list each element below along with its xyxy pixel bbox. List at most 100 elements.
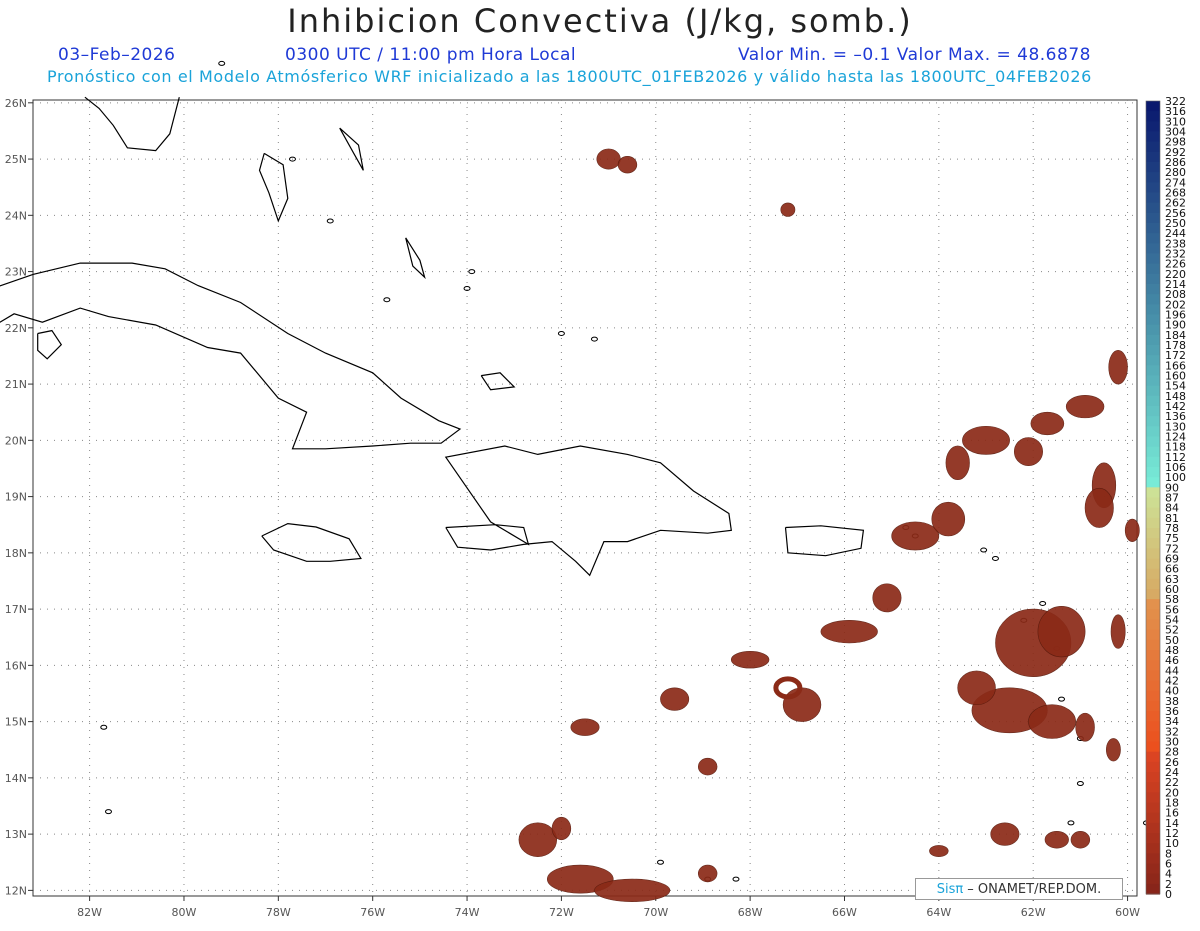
lon-tick-label: 62W <box>1021 906 1046 919</box>
colorbar-segment <box>1146 233 1160 244</box>
credit-brand: Sisπ <box>936 881 964 897</box>
lat-tick-label: 13N <box>5 828 27 841</box>
colorbar-segment <box>1146 263 1160 275</box>
lon-tick-label: 74W <box>455 906 480 919</box>
colorbar-segment <box>1146 436 1160 448</box>
colorbar-segment <box>1146 172 1160 183</box>
colorbar-segment <box>1146 711 1160 722</box>
lon-tick-label: 64W <box>926 906 951 919</box>
colorbar-segment <box>1146 223 1160 234</box>
lat-tick-label: 17N <box>5 603 27 616</box>
cin-shaded-area <box>730 651 770 669</box>
colorbar-segment <box>1146 660 1160 671</box>
colorbar-segment <box>1146 182 1160 194</box>
cin-shaded-area <box>551 816 572 841</box>
colorbar-segment <box>1146 680 1160 692</box>
colorbar-segment <box>1146 162 1160 173</box>
colorbar-segment <box>1146 883 1160 895</box>
lon-tick-label: 82W <box>77 906 102 919</box>
colorbar-segment <box>1146 731 1160 743</box>
colorbar-segment <box>1146 324 1160 336</box>
lon-tick-label: 66W <box>832 906 857 919</box>
map-area: 82W 80W 78W 76W 74W 72W 70W 68W 66W 64W 62W 60W 26N 2… <box>0 0 1200 927</box>
colorbar-segment <box>1146 863 1160 875</box>
cin-shaded-area <box>1037 606 1086 658</box>
colorbar-segment <box>1146 741 1160 753</box>
cin-shaded-area <box>570 718 600 736</box>
colorbar-segment <box>1146 629 1160 641</box>
lat-tick-label: 26N <box>5 97 27 110</box>
colorbar-segment <box>1146 578 1160 590</box>
cin-shaded-area <box>929 845 949 857</box>
colorbar-segment <box>1146 273 1160 285</box>
cin-shaded-area <box>1084 487 1114 528</box>
cin-shaded-area <box>1065 394 1105 419</box>
colorbar-segment <box>1146 761 1160 773</box>
cin-shaded-area <box>962 425 1010 455</box>
cin-shaded-area <box>1070 831 1091 849</box>
lat-tick-label: 18N <box>5 547 27 560</box>
cin-shaded-area <box>891 521 940 551</box>
colorbar-segment <box>1146 812 1160 824</box>
lat-tick-label: 15N <box>5 716 27 729</box>
lat-tick-label: 12N <box>5 884 27 897</box>
lon-tick-label: 76W <box>360 906 385 919</box>
map-svg: 82W 80W 78W 76W 74W 72W 70W 68W 66W 64W 62W 60W 26N 2… <box>0 60 1186 919</box>
cin-shaded-area <box>872 583 902 613</box>
cin-shaded-area <box>1028 704 1076 739</box>
cin-shaded-area <box>1124 518 1140 542</box>
cin-shaded-area <box>596 148 621 170</box>
cin-shaded-area <box>780 202 796 217</box>
cin-shaded-area <box>660 687 690 711</box>
colorbar-segment <box>1146 873 1160 885</box>
colorbar-segment <box>1146 843 1160 854</box>
colorbar-segment <box>1146 690 1160 702</box>
cin-shaded-area <box>697 757 718 776</box>
lat-tick-label: 20N <box>5 434 27 447</box>
cin-shaded-area <box>1013 437 1043 466</box>
colorbar-segment <box>1146 456 1160 468</box>
map-frame <box>32 99 1138 897</box>
colorbar-segment <box>1146 497 1160 509</box>
small-island <box>218 60 226 66</box>
cin-shaded-area <box>1106 738 1121 762</box>
colorbar-segment <box>1146 141 1160 153</box>
colorbar-segment <box>1146 517 1160 529</box>
colorbar-segment <box>1146 192 1160 204</box>
cin-shaded-area <box>1108 350 1128 385</box>
colorbar-segment <box>1146 568 1160 580</box>
colorbar-segment <box>1146 395 1160 407</box>
colorbar-segment <box>1146 792 1160 804</box>
cin-shaded-area <box>1030 411 1065 436</box>
lon-tick-label: 78W <box>266 906 291 919</box>
lat-tick-label: 14N <box>5 772 27 785</box>
colorbar-segment <box>1146 650 1160 661</box>
colorbar-segment <box>1146 538 1160 549</box>
colorbar-segment <box>1146 467 1160 478</box>
colorbar-label: 0 <box>1165 888 1172 901</box>
colorbar-segment <box>1146 212 1160 224</box>
colorbar-segment <box>1146 406 1160 417</box>
colorbar-segment <box>1146 334 1160 346</box>
credit-org: – ONAMET/REP.DOM. <box>967 881 1102 897</box>
colorbar-segment <box>1146 294 1160 305</box>
colorbar-segment <box>1146 721 1160 732</box>
credit-box: Sisπ – ONAMET/REP.DOM. <box>915 878 1123 900</box>
lat-tick-label: 24N <box>5 209 27 222</box>
colorbar-segment <box>1146 111 1160 122</box>
colorbar-segment <box>1146 487 1160 499</box>
lon-tick-label: 80W <box>172 906 197 919</box>
lat-tick-label: 21N <box>5 378 27 391</box>
colorbar-segment <box>1146 772 1160 783</box>
colorbar-segment <box>1146 833 1160 844</box>
cin-shaded-area <box>518 822 558 857</box>
colorbar-segment <box>1146 202 1160 214</box>
colorbar-segment <box>1146 375 1160 387</box>
cin-shaded-area <box>617 155 638 174</box>
colorbar-segment <box>1146 639 1160 651</box>
colorbar-segment <box>1146 751 1160 763</box>
lat-tick-label: 19N <box>5 491 27 504</box>
colorbar-segment <box>1146 314 1160 326</box>
colorbar-segment <box>1146 548 1160 560</box>
colorbar-segment <box>1146 507 1160 519</box>
